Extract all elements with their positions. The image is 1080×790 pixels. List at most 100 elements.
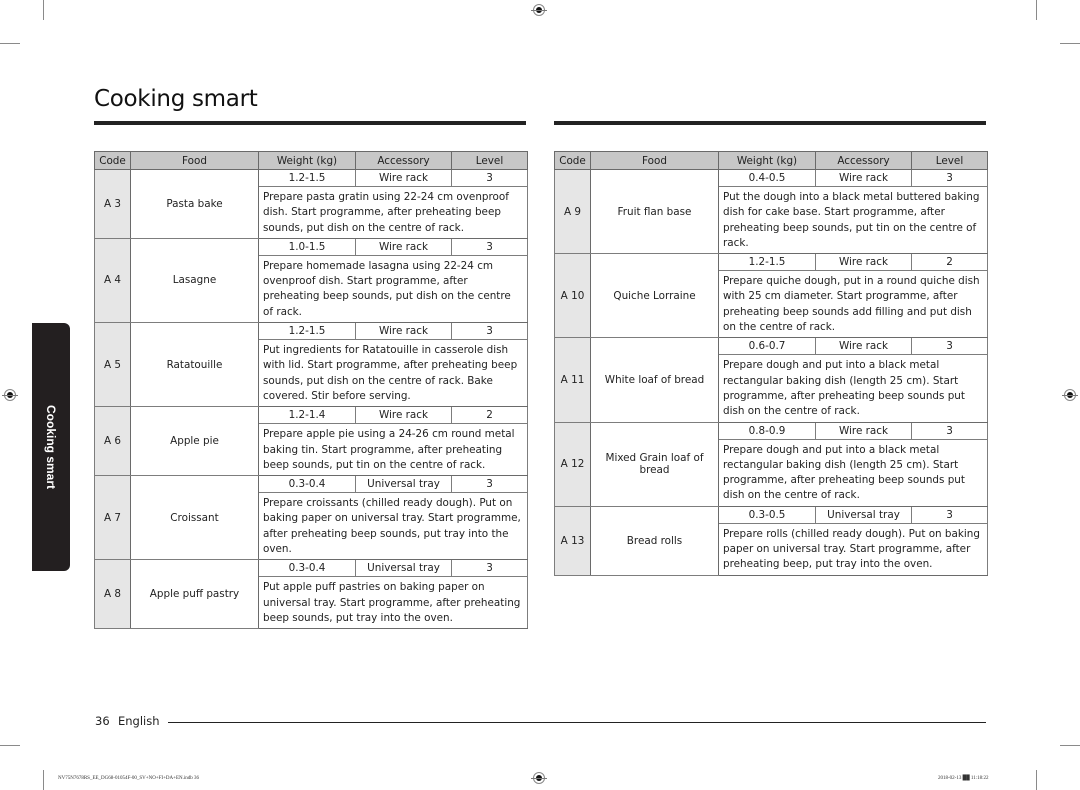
cell-food: White loaf of bread <box>590 337 719 423</box>
cell-level: 3 <box>451 559 528 578</box>
cell-food: Lasagne <box>130 237 259 324</box>
cell-weight: 1.2-1.4 <box>258 406 356 425</box>
cell-accessory: Universal tray <box>815 505 912 524</box>
title-rule-left <box>94 121 526 125</box>
cell-code: A 12 <box>554 421 591 507</box>
table-row: A 3 Pasta bake 1.2-1.5 Wire rack 3 <box>94 169 528 239</box>
cell-weight: 0.6-0.7 <box>718 337 816 356</box>
cell-level: 3 <box>911 505 988 524</box>
cell-instructions: Put apple puff pastries on baking paper … <box>258 576 528 630</box>
cell-accessory: Wire rack <box>815 169 912 187</box>
crop-mark <box>0 745 20 746</box>
cell-accessory: Wire rack <box>815 421 912 440</box>
section-side-tab: Cooking smart <box>32 323 70 571</box>
cell-food: Ratatouille <box>130 322 259 408</box>
cell-code: A 3 <box>94 169 131 239</box>
cell-instructions: Prepare dough and put into a black metal… <box>718 438 988 507</box>
cell-accessory: Wire rack <box>355 406 452 425</box>
cell-instructions: Prepare apple pie using a 24-26 cm round… <box>258 423 528 477</box>
cell-weight: 1.2-1.5 <box>718 253 816 272</box>
header-food: Food <box>590 151 719 170</box>
cooking-table-right: Code Food Weight (kg) Accessory Level A … <box>554 151 988 576</box>
cell-weight: 0.4-0.5 <box>718 169 816 187</box>
table-header-row: Code Food Weight (kg) Accessory Level <box>94 151 528 170</box>
side-tab-label: Cooking smart <box>44 404 58 490</box>
print-slug-file: NV75N7678RS_EE_DG68-01054F-00_SV+NO+FI+D… <box>58 776 200 781</box>
registration-mark-icon <box>531 772 547 784</box>
cell-accessory: Wire rack <box>815 253 912 272</box>
print-slug-timestamp: 2018-02-13 ██ 11:18:22 <box>938 776 989 781</box>
cell-level: 3 <box>911 337 988 356</box>
header-food: Food <box>130 151 259 170</box>
crop-mark <box>0 43 20 44</box>
cell-level: 2 <box>911 253 988 272</box>
table-header-row: Code Food Weight (kg) Accessory Level <box>554 151 988 170</box>
table-row: A 11 White loaf of bread 0.6-0.7 Wire rack 3 <box>554 337 988 423</box>
cell-instructions: Prepare dough and put into a black metal… <box>718 354 988 423</box>
table-row: A 9 Fruit flan base 0.4-0.5 Wire rack 3 <box>554 168 988 255</box>
cell-instructions: Put ingredients for Ratatouille in casse… <box>258 339 528 408</box>
cell-weight: 1.2-1.5 <box>258 169 356 187</box>
header-level: Level <box>911 151 988 170</box>
cell-accessory: Wire rack <box>355 237 452 256</box>
cell-code: A 13 <box>554 505 591 576</box>
title-rule-right <box>554 121 986 125</box>
cell-code: A 6 <box>94 406 131 477</box>
cell-level: 3 <box>451 237 528 256</box>
table-row: A 10 Quiche Lorraine 1.2-1.5 Wire rack 2 <box>554 253 988 339</box>
table-row: A 8 Apple puff pastry 0.3-0.4 Universal tra… <box>94 559 528 630</box>
cell-code: A 10 <box>554 253 591 339</box>
table-row: A 4 Lasagne 1.0-1.5 Wire rack 3 <box>94 237 528 324</box>
header-code: Code <box>554 151 591 170</box>
page-title: Cooking smart <box>94 86 258 112</box>
table-row: A 7 Croissant 0.3-0.4 Universal tray 3 <box>94 475 528 561</box>
cell-food: Quiche Lorraine <box>590 253 719 339</box>
cell-instructions: Prepare pasta gratin using 22-24 cm oven… <box>258 186 528 239</box>
header-weight: Weight (kg) <box>718 151 816 170</box>
cell-weight: 0.3-0.4 <box>258 475 356 494</box>
cell-accessory: Wire rack <box>815 337 912 356</box>
page-number: 36 <box>95 714 110 728</box>
cell-food: Fruit flan base <box>590 168 719 255</box>
cell-food: Pasta bake <box>130 169 259 239</box>
header-accessory: Accessory <box>355 151 452 170</box>
cell-weight: 0.3-0.4 <box>258 559 356 578</box>
cell-instructions: Prepare rolls (chilled ready dough). Put… <box>718 522 988 576</box>
cell-code: A 7 <box>94 475 131 561</box>
cell-weight: 0.3-0.5 <box>718 505 816 524</box>
crop-mark <box>1036 770 1037 790</box>
header-level: Level <box>451 151 528 170</box>
cell-level: 3 <box>451 169 528 187</box>
cell-food: Apple puff pastry <box>130 559 259 630</box>
cell-level: 3 <box>451 475 528 494</box>
table-row: A 6 Apple pie 1.2-1.4 Wire rack 2 <box>94 406 528 477</box>
cell-instructions: Prepare croissants (chilled ready dough)… <box>258 492 528 561</box>
header-code: Code <box>94 151 131 170</box>
cell-weight: 1.2-1.5 <box>258 322 356 341</box>
cell-accessory: Universal tray <box>355 475 452 494</box>
table-row: A 13 Bread rolls 0.3-0.5 Universal tray 3 <box>554 505 988 576</box>
cell-code: A 5 <box>94 322 131 408</box>
registration-mark-icon <box>531 4 547 16</box>
cell-accessory: Universal tray <box>355 559 452 578</box>
cell-level: 3 <box>911 421 988 440</box>
crop-mark <box>1060 745 1080 746</box>
cell-level: 3 <box>451 322 528 341</box>
header-weight: Weight (kg) <box>258 151 356 170</box>
cooking-table-left: Code Food Weight (kg) Accessory Level A … <box>94 151 528 630</box>
cell-instructions: Prepare homemade lasagna using 22-24 cm … <box>258 254 528 324</box>
registration-mark-icon <box>2 389 18 401</box>
crop-mark <box>1060 43 1080 44</box>
cell-level: 2 <box>451 406 528 425</box>
cell-food: Apple pie <box>130 406 259 477</box>
cell-accessory: Wire rack <box>355 169 452 187</box>
cell-instructions: Prepare quiche dough, put in a round qui… <box>718 270 988 339</box>
footer-rule <box>168 722 986 723</box>
crop-mark <box>43 770 44 790</box>
table-row: A 12 Mixed Grain loaf of bread 0.8-0.9 Wire… <box>554 421 988 507</box>
cell-level: 3 <box>911 169 988 187</box>
cell-accessory: Wire rack <box>355 322 452 341</box>
cell-instructions: Put the dough into a black metal buttere… <box>718 185 988 255</box>
registration-mark-icon <box>1062 389 1078 401</box>
cell-code: A 4 <box>94 237 131 324</box>
